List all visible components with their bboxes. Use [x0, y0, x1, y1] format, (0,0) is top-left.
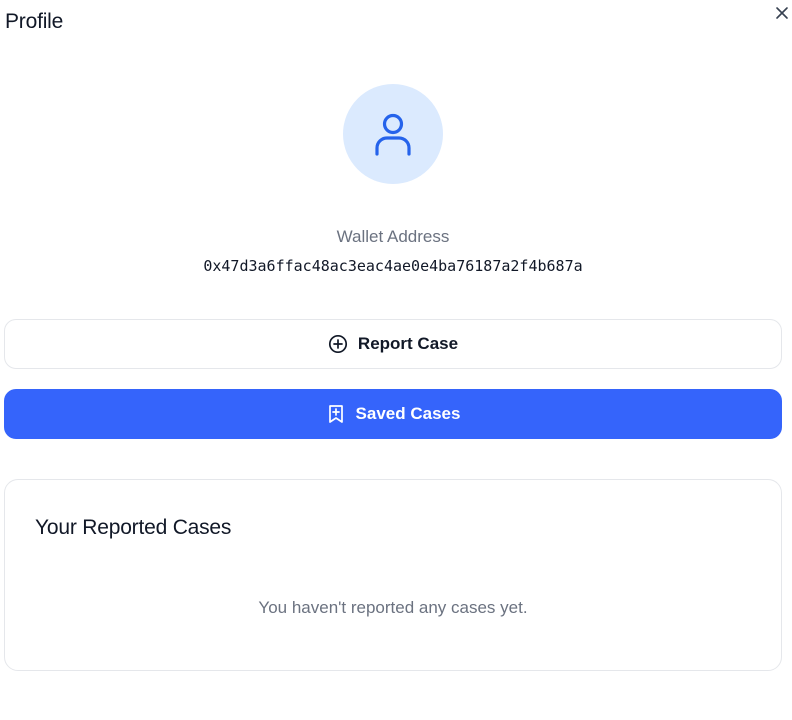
wallet-address-label: Wallet Address [336, 227, 450, 246]
close-icon [776, 7, 788, 19]
wallet-address-value: 0x47d3a6ffac48ac3eac4ae0e4ba76187a2f4b68… [203, 257, 583, 275]
close-button[interactable] [772, 3, 792, 23]
reported-cases-title: Your Reported Cases [35, 516, 232, 539]
reported-cases-card: Your Reported Cases You haven't reported… [4, 479, 782, 671]
saved-cases-label: Saved Cases [355, 404, 461, 423]
avatar [343, 84, 443, 184]
empty-state-message: You haven't reported any cases yet. [258, 598, 528, 617]
saved-cases-button[interactable]: Saved Cases [4, 389, 782, 439]
bookmark-plus-icon [326, 404, 346, 424]
page-title: Profile [5, 10, 64, 33]
report-case-label: Report Case [357, 334, 459, 353]
report-case-button[interactable]: Report Case [4, 319, 782, 369]
user-icon [375, 113, 411, 156]
plus-circle-icon [328, 334, 348, 354]
